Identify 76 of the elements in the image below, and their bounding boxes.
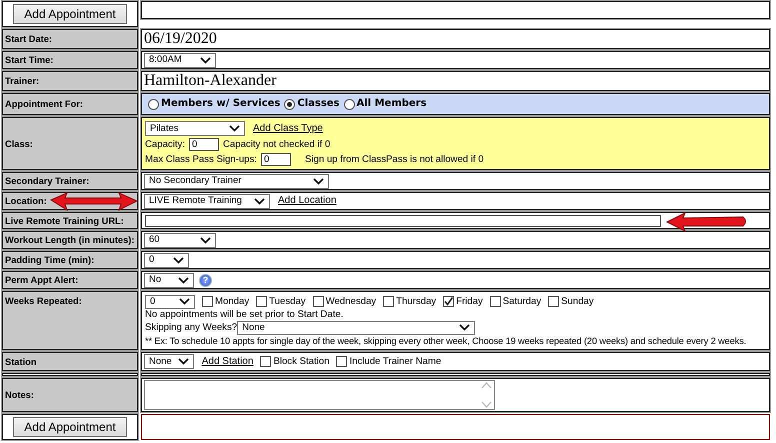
- field-label: Max Class Pass Sign-ups:: [145, 154, 257, 166]
- hint-text: Sign up from ClassPass is not allowed if 0: [304, 154, 484, 166]
- dropdown[interactable]: 8:00AM: [144, 52, 216, 68]
- chevron-icon: [179, 298, 190, 305]
- chevron-icon: [178, 358, 189, 365]
- link[interactable]: Add Class Type: [253, 122, 323, 134]
- input-field[interactable]: 0: [189, 138, 219, 151]
- checkbox-label: Wednesday: [326, 296, 376, 308]
- radio-button[interactable]: [344, 98, 355, 110]
- link[interactable]: Add Location: [278, 195, 336, 207]
- add-appointment-button[interactable]: Add Appointment: [13, 417, 127, 437]
- chevron-icon: [200, 56, 211, 64]
- checkbox[interactable]: [336, 356, 348, 367]
- checkbox-label: Monday: [215, 296, 250, 308]
- checkbox[interactable]: [443, 296, 454, 307]
- checkbox-label: Sunday: [561, 296, 594, 308]
- field-label: Capacity:: [145, 138, 185, 150]
- field-label: Start Date:: [2, 29, 138, 49]
- field-label: Perm Appt Alert:: [2, 271, 138, 289]
- dropdown[interactable]: None: [144, 354, 194, 369]
- radio-label: Members w/ Services: [161, 98, 280, 110]
- field-label: Padding Time (min):: [2, 251, 138, 269]
- example-text: ** Ex: To schedule 10 appts for single day of the week, skipping every other week, Choose 19 weeks repeated (20 weeks) and schedule every 2 weeks.: [145, 334, 746, 346]
- field-label: Notes:: [2, 378, 138, 412]
- checkbox-label: Saturday: [502, 296, 542, 308]
- checkbox-label: Block Station: [273, 356, 330, 368]
- field-label: Live Remote Training URL:: [2, 212, 138, 229]
- checkbox-label: Friday: [456, 296, 483, 308]
- checkbox-label: Include Trainer Name: [349, 356, 442, 368]
- dropdown[interactable]: No Secondary Trainer: [144, 174, 329, 188]
- checkbox[interactable]: [490, 296, 501, 307]
- dropdown[interactable]: No: [144, 272, 194, 288]
- dropdown[interactable]: 0: [144, 252, 189, 268]
- dropdown[interactable]: None: [237, 320, 476, 334]
- checkbox[interactable]: [256, 296, 268, 307]
- link[interactable]: Add Station: [202, 356, 254, 368]
- chevron-icon: [254, 198, 265, 204]
- field-value: Hamilton-Alexander: [144, 72, 276, 90]
- chevron-icon: [173, 256, 184, 264]
- field-label: Trainer:: [2, 71, 138, 91]
- chevron-icon: [229, 125, 240, 132]
- add-appointment-button[interactable]: Add Appointment: [13, 4, 127, 24]
- radio-label: All Members: [356, 98, 427, 110]
- checkbox[interactable]: [548, 296, 560, 307]
- notes-field[interactable]: [144, 380, 495, 410]
- checkbox[interactable]: [260, 356, 272, 367]
- input-field[interactable]: 0: [260, 153, 291, 166]
- hint-text: Capacity not checked if 0: [223, 138, 330, 150]
- field-label: Appointment For:: [2, 93, 138, 115]
- dropdown[interactable]: Pilates: [145, 121, 245, 136]
- chevron-icon: [459, 324, 470, 331]
- field-label: Station: [2, 352, 138, 371]
- checkbox-label: Tuesday: [269, 296, 306, 308]
- checkbox[interactable]: [202, 296, 213, 307]
- scroll-arrows-icon: [481, 381, 492, 409]
- chevron-icon: [178, 276, 189, 284]
- field-label: Start Time:: [2, 51, 138, 69]
- chevron-icon: [313, 178, 324, 184]
- field-label: Skipping any Weeks?: [145, 322, 238, 334]
- field-label: Weeks Repeated:: [2, 291, 138, 350]
- checkbox[interactable]: [312, 296, 324, 307]
- field-label: Class:: [2, 117, 138, 170]
- input-field[interactable]: [145, 214, 661, 226]
- radio-button[interactable]: [284, 98, 296, 110]
- dropdown[interactable]: LIVE Remote Training: [144, 194, 270, 208]
- dropdown[interactable]: 0: [145, 294, 195, 308]
- field-value: 06/19/2020: [144, 30, 217, 48]
- note-text: No appointments will be set prior to Start Date.: [145, 308, 344, 320]
- chevron-icon: [200, 236, 211, 244]
- checkbox-label: Thursday: [396, 296, 436, 308]
- dropdown[interactable]: 60: [144, 232, 216, 248]
- field-label: Secondary Trainer:: [2, 172, 138, 190]
- checkbox[interactable]: [383, 296, 394, 307]
- field-label: Workout Length (in minutes):: [2, 231, 138, 249]
- radio-label: Classes: [297, 98, 340, 110]
- radio-button[interactable]: [148, 98, 159, 110]
